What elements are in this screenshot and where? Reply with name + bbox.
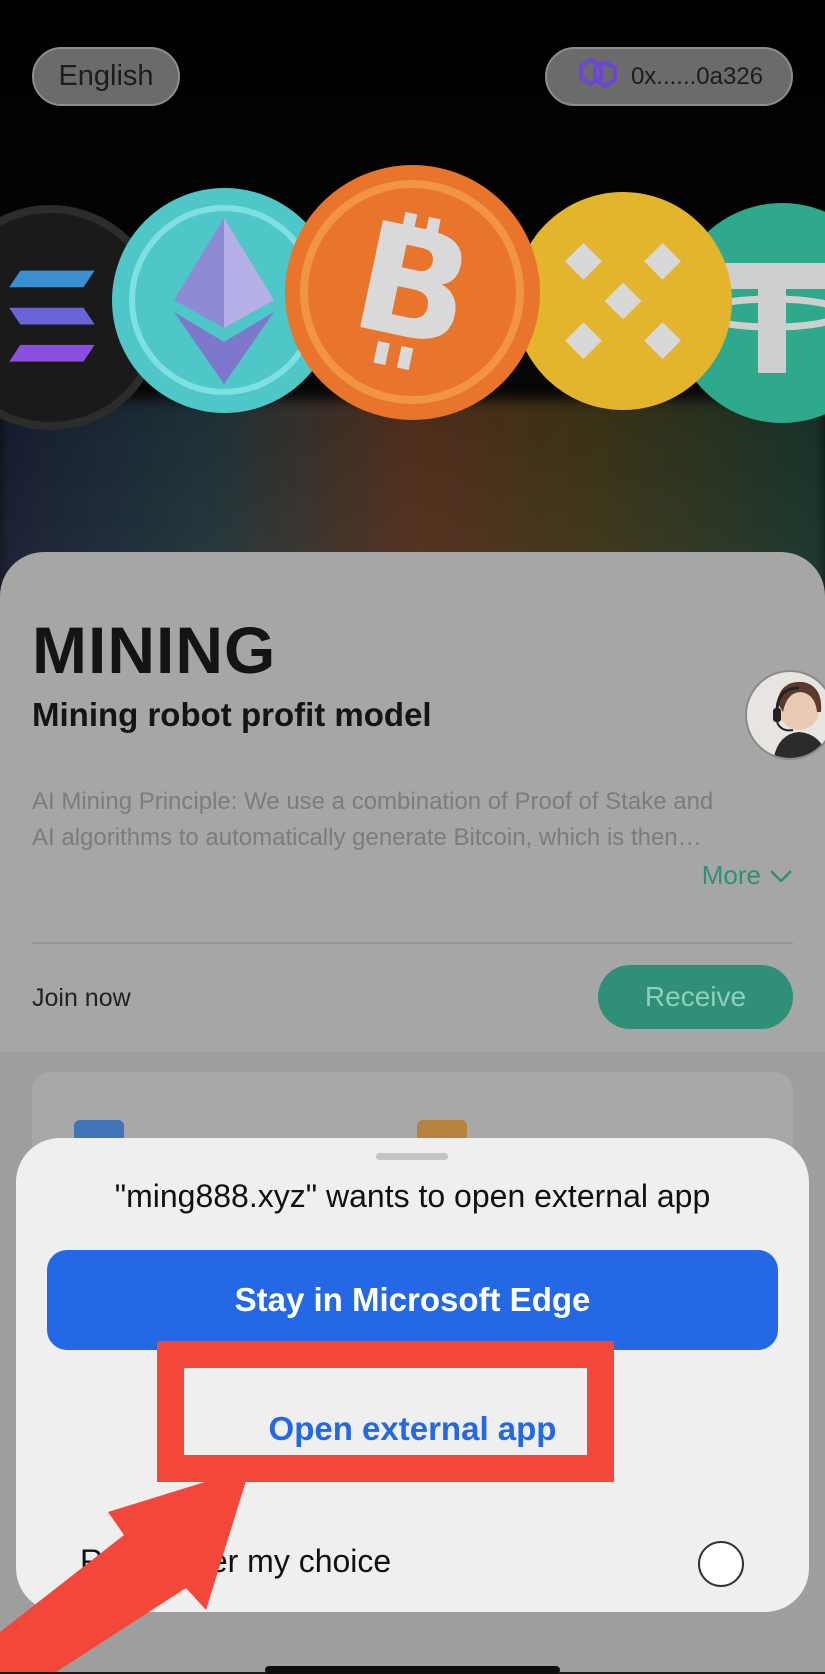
remember-choice-radio[interactable]	[698, 1541, 744, 1587]
sheet-grabber[interactable]	[376, 1153, 448, 1160]
open-external-app-button[interactable]: Open external app	[16, 1410, 809, 1448]
language-label: English	[58, 60, 154, 92]
chevron-down-icon	[769, 860, 793, 891]
home-indicator	[265, 1666, 560, 1674]
hero-banner: B English 0x......0a326	[0, 0, 825, 590]
more-label: More	[701, 860, 761, 890]
card-description: AI Mining Principle: We use a combinatio…	[32, 784, 802, 856]
more-link[interactable]: More	[702, 860, 793, 891]
stay-in-edge-button[interactable]: Stay in Microsoft Edge	[47, 1250, 778, 1350]
polygon-icon	[575, 56, 621, 97]
join-label: Join now	[32, 984, 131, 1012]
receive-button[interactable]: Receive	[598, 965, 793, 1029]
wallet-address: 0x......0a326	[630, 62, 764, 90]
page-title: MINING	[32, 613, 277, 687]
description-line: AI algorithms to automatically generate …	[32, 824, 702, 851]
support-avatar-icon[interactable]	[745, 670, 825, 760]
sheet-title: "ming888.xyz" wants to open external app	[114, 1178, 711, 1214]
open-app-sheet: "ming888.xyz" wants to open external app…	[16, 1138, 809, 1612]
bitcoin-coin-icon: B	[285, 165, 540, 420]
divider	[32, 942, 793, 944]
language-selector[interactable]: English	[32, 47, 180, 106]
wallet-button[interactable]: 0x......0a326	[545, 47, 793, 106]
remember-choice-label: Remember my choice	[80, 1543, 392, 1579]
description-line: AI Mining Principle: We use a combinatio…	[32, 788, 714, 815]
mining-card: MINING Mining robot profit model AI Mini…	[0, 552, 825, 1052]
bnb-coin-icon	[514, 192, 732, 410]
card-subtitle: Mining robot profit model	[32, 696, 432, 733]
